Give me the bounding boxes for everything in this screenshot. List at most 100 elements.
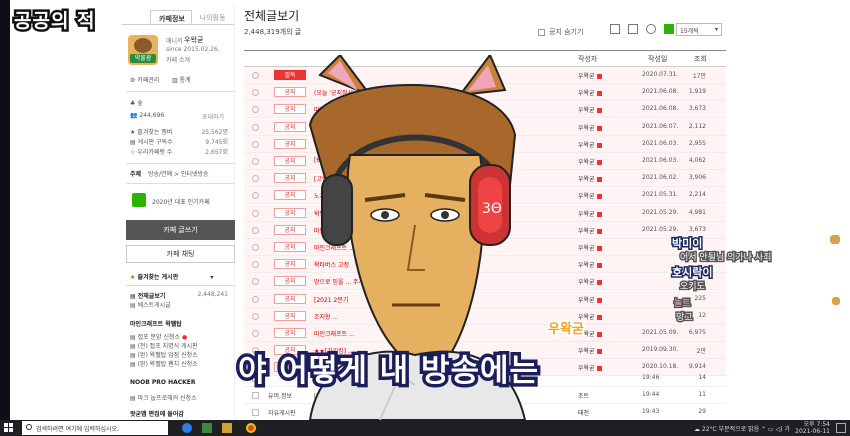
rank-badge-icon: [596, 177, 602, 183]
member-count[interactable]: 👥 244,696: [130, 112, 164, 119]
hide-notice-toggle[interactable]: 공지 숨기기: [538, 27, 583, 37]
select-radio[interactable]: [252, 295, 259, 303]
stats-link[interactable]: ▥ 통계: [172, 75, 191, 84]
select-radio[interactable]: [252, 72, 259, 79]
select-radio[interactable]: [252, 278, 259, 286]
rank-badge-icon: [596, 142, 602, 148]
select-radio[interactable]: [252, 312, 259, 320]
select-radio[interactable]: [252, 158, 259, 165]
cafe-sidebar: 카페정보 나의활동 약물광 매니저 우왁굳 since 2015.02.26. …: [122, 5, 235, 420]
fav-boards-header[interactable]: ★ 즐겨찾는 게시판 ▾: [130, 272, 213, 281]
rank-badge-icon: [596, 314, 602, 320]
ranking-label: ☆ 우리카페랭 수: [130, 149, 173, 156]
board-best-posts[interactable]: ▤ 베스트게시글: [130, 300, 171, 309]
system-clock[interactable]: 오후 7:54 2021-06-11: [795, 421, 830, 435]
post-board[interactable]: 유머,정보: [268, 391, 292, 400]
invite-link[interactable]: 초대하기: [202, 112, 224, 121]
board-item[interactable]: ▤ (전) 접포 지명식 게시판: [130, 341, 198, 350]
chrome-icon[interactable]: [246, 423, 256, 433]
select-radio[interactable]: [252, 192, 259, 200]
rank-badge-icon: [596, 228, 602, 234]
select-radio[interactable]: [252, 123, 259, 131]
select-radio[interactable]: [252, 106, 259, 114]
select-checkbox[interactable]: [252, 409, 259, 416]
album-view-icon[interactable]: [646, 24, 656, 34]
blog-view-icon[interactable]: [664, 24, 674, 34]
board-all-posts[interactable]: ▤ 전체글보기: [130, 291, 165, 300]
rank-badge-icon: [596, 246, 602, 251]
select-radio[interactable]: [252, 261, 259, 269]
post-author[interactable]: 우왁굳: [578, 123, 602, 132]
cafe-chat-button[interactable]: 카페 채팅: [126, 245, 235, 263]
board-item[interactable]: ▤ 마크 눕프로해커 신청소: [130, 393, 197, 402]
windows-start-icon[interactable]: [4, 423, 14, 433]
post-author[interactable]: 우왁굳: [578, 140, 602, 149]
divider: [126, 163, 235, 164]
list-view-icon[interactable]: [610, 24, 620, 34]
post-author[interactable]: 조트: [578, 391, 589, 400]
select-radio[interactable]: [252, 140, 259, 148]
post-author[interactable]: 우왁굳: [578, 105, 602, 114]
cafe-logo[interactable]: 약물광: [128, 35, 158, 65]
select-radio[interactable]: [252, 330, 259, 337]
post-author[interactable]: 우왁굳: [578, 174, 602, 183]
minecraft-icon[interactable]: [202, 423, 212, 433]
post-date: 2021.06.08.: [642, 88, 679, 96]
tab-cafe-info[interactable]: 카페정보: [150, 10, 192, 24]
rank-badge-icon: [596, 297, 602, 303]
select-checkbox[interactable]: [252, 392, 259, 399]
post-author[interactable]: 우왁굳: [578, 260, 602, 269]
post-views: 2,955: [688, 139, 706, 147]
file-explorer-icon[interactable]: [222, 423, 232, 433]
rank-badge-icon: [596, 194, 602, 200]
post-author[interactable]: 우왁굳: [578, 346, 602, 355]
edge-browser-icon[interactable]: [182, 423, 192, 433]
post-views: 17만: [692, 73, 706, 80]
taskbar-search-input[interactable]: 검색하려면 여기에 입력하십시오.: [22, 421, 168, 435]
post-views: 4,062: [688, 157, 706, 164]
board-item[interactable]: ▤ (완) 왁펠탑 입점 신청소: [130, 350, 198, 359]
manager-name[interactable]: 우왁굳: [184, 35, 203, 45]
stream-frame: [0, 0, 10, 420]
select-radio[interactable]: [252, 226, 259, 234]
post-date: 2019.09.30.: [642, 346, 679, 354]
post-author[interactable]: 우왁굳: [578, 71, 602, 80]
board-item[interactable]: ▤ 접포 분양 신청소 ●: [130, 332, 187, 341]
tab-my-activity[interactable]: 나의활동: [192, 10, 232, 24]
post-date: 2021.06.03.: [642, 157, 679, 164]
post-board[interactable]: 자유게시판: [268, 408, 296, 417]
card-view-icon[interactable]: [628, 24, 638, 34]
board-item[interactable]: ▤ (완) 왁펠탑 팬치 신청소: [130, 359, 198, 368]
award-badge-icon: [132, 193, 146, 207]
post-author[interactable]: 우왁굳: [578, 88, 602, 97]
post-author[interactable]: 우왁굳: [578, 209, 602, 218]
cafe-intro-link[interactable]: 카페 소개: [166, 55, 190, 64]
stream-title: 공공의 적: [12, 8, 98, 35]
select-radio[interactable]: [252, 209, 259, 217]
post-author[interactable]: 우왁굳: [578, 243, 602, 252]
post-views: 1,919: [688, 88, 706, 96]
post-date: 2021.05.09.: [642, 329, 679, 336]
per-page-select[interactable]: 15개씩 ▾: [676, 23, 722, 36]
post-author[interactable]: 우왁굳: [578, 277, 602, 286]
post-author[interactable]: 우왁굳: [578, 191, 602, 200]
post-author[interactable]: 태천: [578, 408, 589, 417]
select-radio[interactable]: [252, 89, 259, 97]
weather-status[interactable]: ☁ 22°C 부분적으로 맑음 ⌃ ▭ ◁) 가: [694, 424, 790, 433]
select-radio[interactable]: [252, 244, 259, 251]
write-post-button[interactable]: 카페 글쓰기: [126, 220, 235, 240]
section-noob: NOOB PRO HACKER: [130, 379, 196, 386]
search-icon: [26, 424, 32, 430]
post-author[interactable]: 우왁굳: [578, 157, 602, 166]
post-author[interactable]: 우왁굳: [578, 295, 602, 304]
notification-icon[interactable]: [836, 423, 846, 433]
post-date: 2021.05.31.: [642, 191, 679, 199]
post-date: 2021.06.07.: [642, 122, 679, 130]
post-author[interactable]: 우왁굳: [578, 226, 602, 235]
post-views: 4,981: [688, 208, 706, 216]
select-radio[interactable]: [252, 175, 259, 183]
rank-badge-icon: [596, 332, 602, 337]
rank-badge-icon: [596, 211, 602, 217]
post-time: 19:43: [642, 408, 660, 415]
cafe-manage-link[interactable]: ⚙ 카페관리: [130, 75, 159, 84]
